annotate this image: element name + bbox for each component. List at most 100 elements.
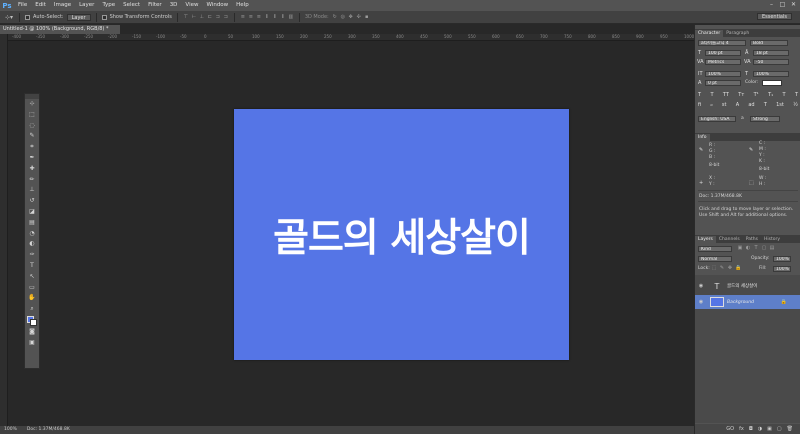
- blend-mode-select[interactable]: Normal: [698, 256, 732, 262]
- eyedropper-icon[interactable]: ✎: [699, 147, 703, 153]
- crop-tool-icon[interactable]: ⌗: [25, 142, 39, 153]
- leading-field[interactable]: 18 pt: [753, 50, 789, 56]
- opacity-field[interactable]: 100%: [773, 256, 791, 262]
- background-color-swatch[interactable]: [30, 318, 37, 326]
- menu-window[interactable]: Window: [202, 0, 232, 11]
- 3d-scale-icon[interactable]: ▪: [364, 14, 370, 21]
- opentype-button[interactable]: A: [736, 102, 739, 110]
- auto-select-dropdown[interactable]: Layer: [66, 13, 91, 21]
- shape-tool-icon[interactable]: ▭: [25, 283, 39, 294]
- lock-position-icon[interactable]: ✥: [727, 265, 733, 272]
- lock-image-icon[interactable]: ✎: [719, 265, 725, 272]
- type-style-button[interactable]: Tт: [738, 92, 744, 100]
- layer-row-text[interactable]: ◉ T 골드의 세상살이: [695, 279, 800, 293]
- menu-type[interactable]: Type: [98, 0, 119, 11]
- workspace-dropdown[interactable]: Essentials: [756, 13, 792, 20]
- trash-icon[interactable]: 🗑: [787, 426, 793, 432]
- healing-brush-tool-icon[interactable]: ✚: [25, 164, 39, 175]
- menu-image[interactable]: Image: [50, 0, 75, 11]
- document-tab[interactable]: Untitled-1 @ 100% (Background, RGB/8) *: [0, 25, 120, 34]
- type-style-button[interactable]: TT: [723, 92, 729, 100]
- close-button[interactable]: ✕: [789, 1, 798, 9]
- baseline-shift-field[interactable]: 0 pt: [705, 80, 741, 86]
- align-vcenter-icon[interactable]: ⊢: [191, 14, 197, 21]
- distribute-top-icon[interactable]: ≡: [240, 14, 246, 21]
- type-style-button[interactable]: T: [698, 92, 701, 100]
- visibility-eye-icon[interactable]: ◉: [695, 299, 707, 305]
- blur-tool-icon[interactable]: ◔: [25, 229, 39, 240]
- new-group-icon[interactable]: ▣: [767, 426, 772, 432]
- type-style-button[interactable]: T: [710, 92, 713, 100]
- text-color-swatch[interactable]: [762, 80, 782, 86]
- fill-field[interactable]: 100%: [773, 266, 791, 272]
- layer-row-background[interactable]: ◉ Background 🔒: [695, 295, 800, 309]
- type-style-button[interactable]: T: [783, 92, 786, 100]
- zoom-tool-icon[interactable]: ⌕: [25, 304, 39, 315]
- 3d-rotate-icon[interactable]: ↻: [332, 14, 338, 21]
- type-style-button[interactable]: T: [795, 92, 798, 100]
- menu-view[interactable]: View: [181, 0, 202, 11]
- eyedropper-tool-icon[interactable]: ✒: [25, 153, 39, 164]
- menu-help[interactable]: Help: [232, 0, 253, 11]
- move-tool-preset-icon[interactable]: ⊹▾: [4, 13, 14, 22]
- tab-history[interactable]: History: [761, 236, 783, 243]
- menu-select[interactable]: Select: [119, 0, 144, 11]
- brush-tool-icon[interactable]: ✏: [25, 175, 39, 186]
- lock-transparent-icon[interactable]: ⬚: [711, 265, 717, 272]
- align-top-icon[interactable]: ⊤: [183, 14, 189, 21]
- menu-edit[interactable]: Edit: [31, 0, 50, 11]
- screen-mode-icon[interactable]: ▣: [25, 338, 39, 349]
- filter-pixel-icon[interactable]: ▣: [737, 245, 743, 252]
- adjustment-layer-icon[interactable]: ◑: [758, 426, 762, 432]
- layer-name[interactable]: Background: [727, 300, 754, 305]
- menu-file[interactable]: File: [14, 0, 31, 11]
- menu-3d[interactable]: 3D: [166, 0, 182, 11]
- filter-smart-icon[interactable]: ▤: [769, 245, 775, 252]
- filter-shape-icon[interactable]: ▢: [761, 245, 767, 252]
- quick-mask-icon[interactable]: ◙: [25, 327, 39, 338]
- type-style-button[interactable]: T₁: [768, 92, 773, 100]
- menu-layer[interactable]: Layer: [75, 0, 98, 11]
- dodge-tool-icon[interactable]: ◐: [25, 239, 39, 250]
- horizontal-scale-field[interactable]: 100%: [753, 71, 789, 77]
- gradient-tool-icon[interactable]: ▤: [25, 218, 39, 229]
- tab-paragraph[interactable]: Paragraph: [723, 30, 752, 37]
- pen-tool-icon[interactable]: ✑: [25, 250, 39, 261]
- font-style-select[interactable]: Bold: [750, 40, 788, 46]
- opentype-button[interactable]: ℴ: [710, 102, 712, 110]
- opentype-button[interactable]: fi: [698, 102, 701, 110]
- filter-adjust-icon[interactable]: ◐: [745, 245, 751, 252]
- auto-align-icon[interactable]: ▥: [288, 14, 294, 21]
- align-left-icon[interactable]: ⊏: [207, 14, 213, 21]
- path-select-tool-icon[interactable]: ↖: [25, 272, 39, 283]
- filter-type-icon[interactable]: T: [753, 245, 759, 252]
- layer-name[interactable]: 골드의 세상살이: [727, 283, 757, 289]
- opentype-button[interactable]: st: [722, 102, 727, 110]
- tab-character[interactable]: Character: [695, 30, 724, 37]
- history-brush-tool-icon[interactable]: ↺: [25, 196, 39, 207]
- distribute-right-icon[interactable]: ⦀: [280, 14, 286, 21]
- link-layers-icon[interactable]: GO: [726, 426, 734, 432]
- font-size-field[interactable]: 100 pt: [705, 50, 741, 56]
- clone-stamp-tool-icon[interactable]: ⊥: [25, 185, 39, 196]
- opentype-button[interactable]: T: [764, 102, 767, 110]
- 3d-roll-icon[interactable]: ◎: [340, 14, 346, 21]
- type-tool-icon[interactable]: T: [25, 261, 39, 272]
- align-right-icon[interactable]: ⊐: [223, 14, 229, 21]
- maximize-button[interactable]: □: [778, 1, 787, 9]
- align-bottom-icon[interactable]: ⊥: [199, 14, 205, 21]
- eraser-tool-icon[interactable]: ◪: [25, 207, 39, 218]
- document-canvas[interactable]: 골드의 세상살이: [234, 109, 569, 360]
- tab-layers[interactable]: Layers: [695, 236, 716, 243]
- font-family-select[interactable]: a타이틀고딕 4: [698, 40, 746, 46]
- auto-select-checkbox[interactable]: [25, 14, 30, 20]
- minimize-button[interactable]: –: [767, 1, 776, 9]
- marquee-tool-icon[interactable]: ⬚: [25, 110, 39, 121]
- add-style-icon[interactable]: fx: [739, 426, 744, 432]
- canvas-text-layer[interactable]: 골드의 세상살이: [273, 207, 531, 263]
- distribute-vcenter-icon[interactable]: ≡: [248, 14, 254, 21]
- tab-info[interactable]: Info: [695, 134, 710, 141]
- show-transform-checkbox[interactable]: [101, 14, 107, 20]
- visibility-eye-icon[interactable]: ◉: [695, 283, 707, 289]
- zoom-level[interactable]: 100%: [4, 426, 17, 434]
